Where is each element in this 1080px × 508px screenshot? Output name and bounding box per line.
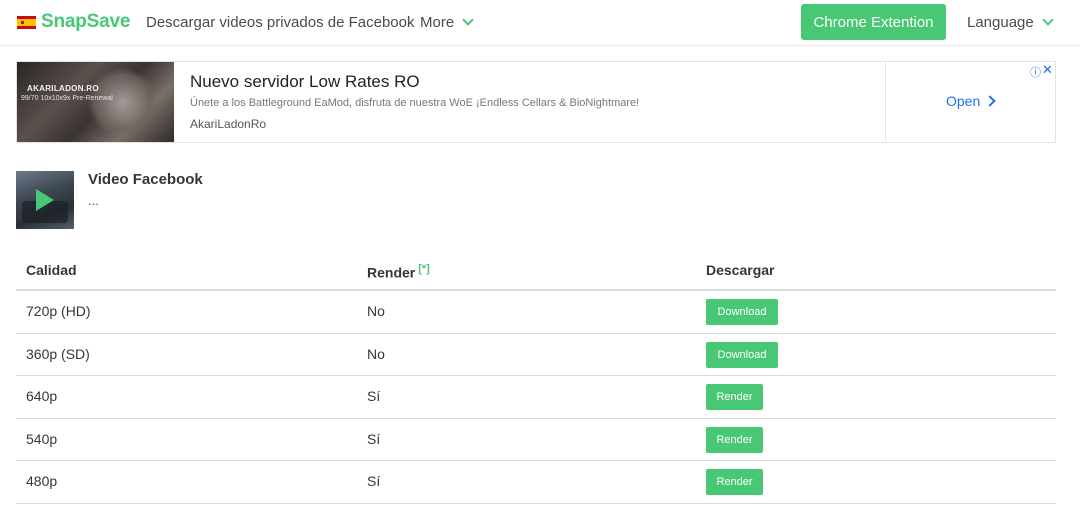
chevron-down-icon [1042, 14, 1054, 26]
table-row: 480p Sí Render [16, 461, 1056, 504]
header-render-label: Render [367, 264, 416, 281]
table-row: 540p Sí Render [16, 419, 1056, 461]
row-render: Sí [367, 430, 381, 447]
language-label: Language [967, 14, 1034, 31]
chevron-down-icon [462, 14, 474, 26]
chevron-right-icon [984, 95, 996, 107]
video-thumbnail[interactable] [16, 171, 74, 229]
ad-banner[interactable]: AKARILADON.RO 99/70 10x10x9x Pre-Renewal… [16, 61, 1056, 143]
ad-close-icon[interactable]: ✕ [1042, 62, 1053, 78]
download-button[interactable]: Download [706, 341, 778, 368]
row-quality: 480p [26, 473, 58, 489]
row-quality: 540p [26, 430, 58, 447]
table-header-row: Calidad Render [*] Descargar [16, 248, 1056, 291]
ad-image[interactable]: AKARILADON.RO 99/70 10x10x9x Pre-Renewal [17, 62, 174, 142]
download-table: Calidad Render [*] Descargar 720p (HD) No… [16, 248, 1056, 504]
brand-logo-link[interactable]: SnapSave [17, 11, 130, 33]
ad-title[interactable]: Nuevo servidor Low Rates RO [190, 72, 420, 92]
table-row: 360p (SD) No Download [16, 334, 1056, 376]
render-button[interactable]: Render [706, 469, 763, 495]
chrome-extension-button[interactable]: Chrome Extention [801, 4, 946, 40]
row-render: Sí [367, 388, 381, 404]
row-render: No [367, 303, 385, 319]
nav-private-videos-link[interactable]: Descargar videos privados de Facebook [146, 14, 414, 31]
table-row: 640p Sí Render [16, 376, 1056, 419]
table-row: 720p (HD) No Download [16, 291, 1056, 334]
header-render: Render [*] [367, 263, 430, 281]
row-render: No [367, 345, 385, 362]
nav-more-label: More [420, 14, 455, 31]
ad-info-icon[interactable]: ⓘ [1030, 64, 1041, 80]
render-button[interactable]: Render [706, 426, 763, 453]
navbar: SnapSave Descargar videos privados de Fa… [0, 0, 1080, 46]
ad-source: AkariLadonRo [190, 117, 267, 131]
ad-description: Únete a los Battleground EaMod, disfruta… [190, 97, 640, 109]
ad-divider [885, 62, 886, 142]
render-note-link[interactable]: [*] [418, 263, 430, 275]
row-quality: 720p (HD) [26, 303, 91, 319]
language-dropdown[interactable]: Language [967, 14, 1054, 31]
brand-name: SnapSave [41, 11, 131, 32]
video-title: Video Facebook [88, 171, 203, 188]
ad-open-button[interactable]: Open [946, 93, 996, 109]
ad-image-subcaption: 99/70 10x10x9x Pre-Renewal [21, 95, 113, 102]
row-quality: 360p (SD) [26, 345, 90, 362]
nav-more-dropdown[interactable]: More [420, 14, 474, 31]
spain-flag-icon [17, 15, 36, 29]
play-icon [36, 189, 54, 211]
header-quality: Calidad [26, 262, 77, 278]
header-download: Descargar [706, 262, 775, 278]
row-render: Sí [367, 473, 381, 489]
video-subtitle: ... [88, 193, 99, 208]
row-quality: 640p [26, 388, 58, 404]
ad-image-caption: AKARILADON.RO [27, 84, 99, 93]
render-button[interactable]: Render [706, 384, 763, 410]
download-button[interactable]: Download [706, 299, 778, 325]
ad-open-label: Open [946, 93, 981, 109]
